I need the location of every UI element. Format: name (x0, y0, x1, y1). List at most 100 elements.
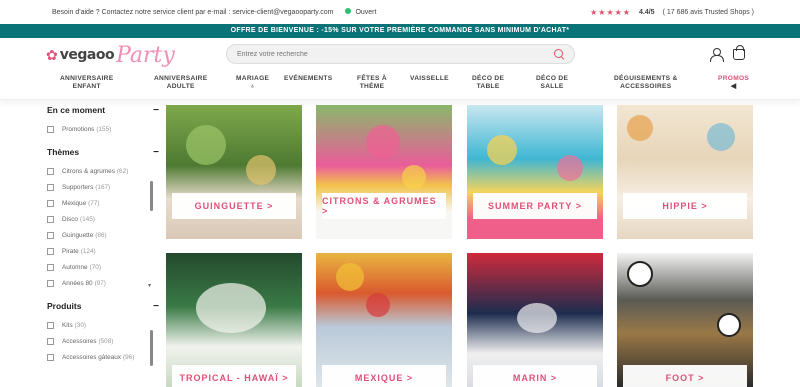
user-account-icon[interactable] (710, 48, 724, 62)
shopping-bag-icon[interactable] (733, 45, 745, 60)
status-text: Ouvert (355, 9, 377, 16)
collapse-icon[interactable]: − (153, 301, 159, 312)
search-input[interactable] (237, 50, 554, 58)
checkbox[interactable] (47, 167, 54, 175)
nav-evenements[interactable]: EVÉNEMENTS (284, 75, 332, 83)
filter-section-title[interactable]: Thèmes − (47, 145, 159, 159)
nav-label: ANNIVERSAIRE ENFANT (60, 75, 114, 90)
category-card-citrons-agrumes[interactable]: CITRONS & AGRUMES > (316, 105, 452, 239)
produits-scrollbar-thumb[interactable] (150, 330, 153, 366)
category-card-tropical-hawai[interactable]: TROPICAL - HAWAÏ > (166, 253, 302, 387)
nav-label: DÉGUISEMENTS & ACCESSOIRES (614, 75, 678, 90)
category-card-hippie[interactable]: HIPPIE > (617, 105, 753, 239)
site-header: ✿ vegaoo Party (0, 38, 800, 72)
nav-label: ANNIVERSAIRE ADULTE (154, 75, 208, 90)
nav-promos[interactable]: PROMOS ◀ (718, 75, 749, 91)
category-card-guinguette[interactable]: GUINGUETTE > (166, 105, 302, 239)
checkbox[interactable] (47, 279, 54, 287)
filter-count: (155) (96, 125, 112, 133)
checkbox[interactable] (47, 183, 54, 191)
nav-deguisements-accessoires[interactable]: DÉGUISEMENTS & ACCESSOIRES (614, 75, 678, 91)
nav-anniversaire-adulte[interactable]: ANNIVERSAIRE ADULTE (154, 75, 207, 91)
filter-section-title[interactable]: Produits − (47, 299, 159, 313)
trusted-shops-rating[interactable]: ★★★★★ 4.4/5 ( 17 686 avis Trusted Shops … (590, 0, 754, 24)
section-title-text: Thèmes (47, 147, 80, 157)
filter-option[interactable]: Années 80 (97) (47, 275, 159, 291)
filter-label: Accessoires gâteaux (62, 353, 121, 361)
category-label: MEXIQUE > (322, 365, 446, 387)
themes-scrollbar-thumb[interactable] (150, 181, 153, 211)
filter-count: (167) (95, 183, 111, 191)
filter-label: Années 80 (62, 279, 93, 287)
search-icon[interactable] (554, 49, 564, 59)
nav-label: PROMOS (718, 75, 750, 82)
scroll-down-arrow-icon[interactable]: ▾ (148, 282, 151, 289)
nav-deco-de-table[interactable]: DÉCO DE TABLE (472, 75, 504, 91)
nav-label: MARIAGE (236, 75, 270, 82)
checkbox[interactable] (47, 215, 54, 223)
nav-label: DÉCO DE SALLE (536, 75, 569, 90)
status-dot-icon (345, 8, 352, 14)
filter-count: (62) (116, 167, 129, 175)
nav-mariage[interactable]: MARIAGE ♁ (236, 75, 269, 91)
filter-option[interactable]: Supporters (167) (47, 179, 159, 195)
filter-section-title[interactable]: En ce moment − (47, 103, 159, 117)
checkbox[interactable] (47, 353, 54, 361)
filter-option[interactable]: Accessoires gâteaux (96) (47, 349, 159, 365)
filter-option[interactable]: Automne (70) (47, 259, 159, 275)
help-info: Besoin d'aide ? Contactez notre service … (52, 8, 376, 16)
top-info-bar: Besoin d'aide ? Contactez notre service … (0, 0, 800, 24)
checkbox[interactable] (47, 337, 54, 345)
nav-deco-de-salle[interactable]: DÉCO DE SALLE (536, 75, 568, 91)
category-label: MARIN > (473, 365, 597, 387)
logo[interactable]: ✿ vegaoo Party (46, 42, 175, 68)
nav-vaisselle[interactable]: VAISSELLE (410, 75, 449, 83)
filter-count: (124) (80, 247, 96, 255)
filter-option[interactable]: Kits (30) (47, 317, 159, 333)
checkbox[interactable] (47, 199, 54, 207)
checkbox[interactable] (47, 321, 54, 329)
category-card-marin[interactable]: MARIN > (467, 253, 603, 387)
filter-count: (508) (98, 337, 114, 345)
filter-label: Mexique (62, 199, 87, 207)
rating-score: 4.4/5 (638, 8, 655, 16)
filter-label: Automne (62, 263, 88, 271)
category-label: TROPICAL - HAWAÏ > (172, 365, 296, 387)
filter-section-en-ce-moment: En ce moment − Promotions (155) (47, 103, 159, 137)
filter-option[interactable]: Guinguette (86) (47, 227, 159, 243)
filter-label: Disco (62, 215, 78, 223)
filter-count: (77) (88, 199, 100, 207)
star-rating-icon: ★★★★★ (590, 7, 631, 17)
checkbox[interactable] (47, 231, 54, 239)
nav-label: EVÉNEMENTS (284, 75, 333, 82)
category-card-summer-party[interactable]: SUMMER PARTY > (467, 105, 603, 239)
nav-label: VAISSELLE (410, 75, 449, 82)
category-label: CITRONS & AGRUMES > (322, 193, 446, 219)
category-card-mexique[interactable]: MEXIQUE > (316, 253, 452, 387)
filter-section-themes: Thèmes − Citrons & agrumes (62) Supporters… (47, 145, 159, 291)
category-label: FOOT > (623, 365, 747, 387)
section-title-text: En ce moment (47, 105, 106, 115)
category-card-foot[interactable]: FOOT > (617, 253, 753, 387)
checkbox[interactable] (47, 247, 54, 255)
filter-option[interactable]: Mexique (77) (47, 195, 159, 211)
checkbox[interactable] (47, 125, 54, 133)
filter-label: Promotions (62, 125, 95, 133)
filter-option[interactable]: Disco (145) (47, 211, 159, 227)
megaphone-icon: ◀ (730, 83, 737, 90)
category-label: SUMMER PARTY > (473, 193, 597, 219)
welcome-offer-banner[interactable]: OFFRE DE BIENVENUE : -15% SUR VOTRE PREM… (0, 24, 800, 38)
filter-option[interactable]: Pirate (124) (47, 243, 159, 259)
logo-text-vegaoo: vegaoo (59, 47, 115, 63)
filter-option[interactable]: Citrons & agrumes (62) (47, 163, 159, 179)
nav-anniversaire-enfant[interactable]: ANNIVERSAIRE ENFANT (60, 75, 113, 91)
search-bar (226, 44, 575, 64)
collapse-icon[interactable]: − (153, 147, 159, 158)
collapse-icon[interactable]: − (153, 105, 159, 116)
checkbox[interactable] (47, 263, 54, 271)
status-indicator: Ouvert (345, 8, 376, 16)
filter-option[interactable]: Accessoires (508) (47, 333, 159, 349)
filter-option[interactable]: Promotions (155) (47, 121, 159, 137)
main-navigation: ANNIVERSAIRE ENFANT ANNIVERSAIRE ADULTE … (0, 72, 800, 100)
nav-fetes-a-theme[interactable]: FÊTES À THÈME (357, 75, 387, 91)
